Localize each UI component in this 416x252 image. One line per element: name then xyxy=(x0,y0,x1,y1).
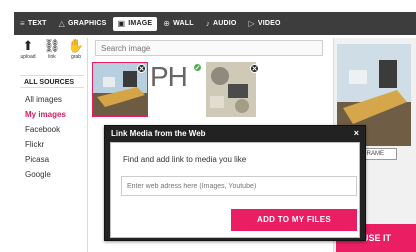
app-root: ≡ TEXT △ GRAPHICS ▣ IMAGE ⊕ WALL ♪ AUDIO… xyxy=(0,0,416,252)
dialog-hint: Find and add link to media you like xyxy=(123,155,247,164)
link-button[interactable]: ⛓ link xyxy=(43,38,61,60)
sidebar-item-facebook[interactable]: Facebook xyxy=(20,122,84,137)
play-icon: ▷ xyxy=(248,19,255,28)
sources-sidebar: ALL SOURCES All images My images Faceboo… xyxy=(20,75,84,182)
grab-label: grab xyxy=(70,54,81,60)
tab-text-label: TEXT xyxy=(27,20,47,27)
tab-image-label: IMAGE xyxy=(128,20,153,27)
triangle-icon: △ xyxy=(58,19,65,28)
tab-graphics-label: GRAPHICS xyxy=(67,20,107,27)
desk-photo-thumbnail xyxy=(206,62,256,117)
upload-label: upload xyxy=(20,54,36,60)
source-tools: ⬆ upload ⛓ link ✋ grab xyxy=(20,38,84,60)
web-address-input[interactable] xyxy=(121,176,357,196)
sidebar-item-all-images[interactable]: All images xyxy=(20,92,84,107)
remove-thumbnail-1-icon[interactable]: ✕ xyxy=(137,64,146,73)
tab-wall-label: WALL xyxy=(173,20,194,27)
tab-video-label: VIDEO xyxy=(257,20,281,27)
remove-thumbnail-3-icon[interactable]: ✕ xyxy=(250,64,259,73)
sidebar-item-flickr[interactable]: Flickr xyxy=(20,137,84,152)
sidebar-item-google[interactable]: Google xyxy=(20,167,84,182)
tab-image-pill: ▣ IMAGE xyxy=(112,16,158,31)
wall-icon: ⊕ xyxy=(163,19,171,28)
tab-video[interactable]: ▷ VIDEO xyxy=(243,12,287,35)
checkmark-icon[interactable]: ✓ xyxy=(193,63,202,72)
grab-button[interactable]: ✋ grab xyxy=(68,38,84,60)
upload-button[interactable]: ⬆ upload xyxy=(20,38,36,60)
sidebar-divider xyxy=(87,38,88,252)
sources-heading: ALL SOURCES xyxy=(20,75,84,88)
tab-wall[interactable]: ⊕ WALL xyxy=(157,12,200,35)
sidebar-item-picasa[interactable]: Picasa xyxy=(20,152,84,167)
link-label: link xyxy=(48,54,56,60)
sidebar-item-my-images[interactable]: My images xyxy=(20,107,84,122)
text-lines-icon: ≡ xyxy=(20,19,25,28)
search-input[interactable] xyxy=(95,40,323,56)
dialog-title: Link Media from the Web xyxy=(111,129,206,138)
link-media-dialog: Link Media from the Web × Find and add l… xyxy=(104,125,366,241)
top-nav-bar: ≡ TEXT △ GRAPHICS ▣ IMAGE ⊕ WALL ♪ AUDIO… xyxy=(14,12,416,35)
tab-audio-label: AUDIO xyxy=(212,20,237,27)
dialog-body: Find and add link to media you like ADD … xyxy=(110,142,360,238)
tab-image[interactable]: ▣ IMAGE xyxy=(112,12,158,35)
tab-audio[interactable]: ♪ AUDIO xyxy=(200,12,243,35)
link-icon: ⛓ xyxy=(43,38,61,53)
upload-arrow-icon: ⬆ xyxy=(22,38,34,53)
music-note-icon: ♪ xyxy=(205,19,210,28)
tab-graphics[interactable]: △ GRAPHICS xyxy=(53,12,113,35)
close-icon[interactable]: × xyxy=(354,128,359,138)
hand-grab-icon: ✋ xyxy=(67,38,85,53)
image-icon: ▣ xyxy=(117,19,126,28)
add-to-my-files-button[interactable]: ADD TO MY FILES xyxy=(231,209,357,231)
tab-text[interactable]: ≡ TEXT xyxy=(14,12,53,35)
placeholder-thumbnail[interactable]: PH xyxy=(150,62,188,92)
image-thumbnail-3[interactable] xyxy=(206,62,256,117)
